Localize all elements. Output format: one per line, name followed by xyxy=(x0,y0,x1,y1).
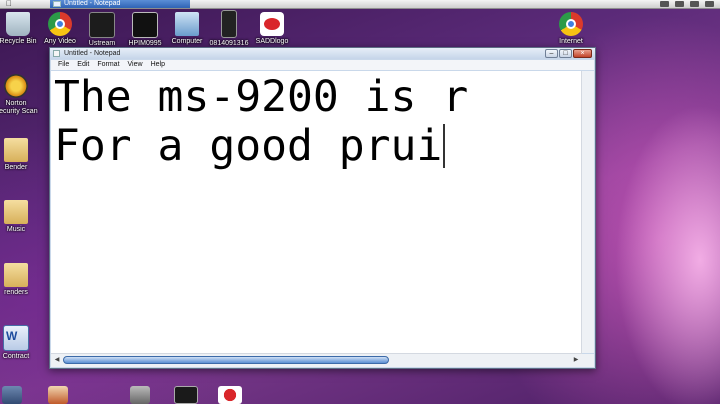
desktop-icon-recycle-bin[interactable]: Recycle Bin xyxy=(0,12,41,46)
video-file-icon xyxy=(221,10,237,38)
menu-view[interactable]: View xyxy=(124,60,147,70)
desktop-icon-hpim0995[interactable]: HPIM0995 xyxy=(122,12,168,48)
menu-help[interactable]: Help xyxy=(147,60,169,70)
folder-icon xyxy=(4,200,28,224)
close-button[interactable]: × xyxy=(573,49,592,58)
any-video-icon xyxy=(48,12,72,36)
dock-app-icon[interactable] xyxy=(218,386,242,404)
resize-grip[interactable] xyxy=(582,354,594,367)
desktop-icon-norton[interactable]: Norton Security Scan xyxy=(0,74,39,116)
tray-icon[interactable] xyxy=(705,1,714,7)
notepad-window: Untitled - Notepad – □ × File Edit Forma… xyxy=(49,47,596,369)
folder-icon xyxy=(4,138,28,162)
menu-file[interactable]: File xyxy=(54,60,73,70)
desktop-icon-0814091316[interactable]: 0814091316 xyxy=(206,10,252,48)
tray-icon[interactable] xyxy=(660,1,669,7)
system-tray xyxy=(660,0,714,8)
desktop-icon-saddlogo[interactable]: SADDlogo xyxy=(249,12,295,46)
dock-app-icon[interactable] xyxy=(130,386,150,404)
apple-icon[interactable]:  xyxy=(6,0,12,8)
text-line: For a good prui xyxy=(54,122,582,171)
desktop-icon-music[interactable]: Music xyxy=(0,200,39,234)
desktop-icon-contract[interactable]: Contract xyxy=(0,325,39,361)
window-title: Untitled - Notepad xyxy=(64,50,121,57)
text-caret xyxy=(443,124,446,168)
taskbar-notepad-label: Untitled - Notepad xyxy=(64,0,121,7)
folder-icon xyxy=(4,263,28,287)
sadd-logo-icon xyxy=(260,12,284,36)
chrome-icon xyxy=(559,12,583,36)
notepad-icon xyxy=(53,1,61,7)
desktop-icon-computer[interactable]: Computer xyxy=(164,12,210,46)
window-titlebar[interactable]: Untitled - Notepad – □ × xyxy=(50,48,595,59)
word-document-icon xyxy=(3,325,29,351)
computer-icon xyxy=(175,12,199,36)
tray-icon[interactable] xyxy=(690,1,699,7)
desktop-icon-any-video[interactable]: Any Video xyxy=(37,12,83,46)
dock-app-icon[interactable] xyxy=(174,386,198,404)
horizontal-scrollbar[interactable]: ◀ ▶ xyxy=(51,353,582,367)
dock xyxy=(0,384,720,404)
window-controls: – □ × xyxy=(545,49,592,58)
desktop-icon-renders[interactable]: renders xyxy=(0,263,39,297)
dock-app-icon[interactable] xyxy=(48,386,68,404)
recycle-bin-icon xyxy=(6,12,30,36)
image-file-icon xyxy=(132,12,158,38)
menu-edit[interactable]: Edit xyxy=(73,60,93,70)
taskbar-notepad-button[interactable]: Untitled - Notepad xyxy=(50,0,190,8)
dock-app-icon[interactable] xyxy=(2,386,22,404)
scroll-right-icon[interactable]: ▶ xyxy=(572,356,580,364)
text-line-content: For a good prui xyxy=(54,121,443,171)
minimize-button[interactable]: – xyxy=(545,49,558,58)
menu-format[interactable]: Format xyxy=(93,60,123,70)
vertical-scrollbar[interactable] xyxy=(581,71,594,353)
notepad-icon xyxy=(53,50,60,57)
ustream-icon xyxy=(89,12,115,38)
menu-bar: File Edit Format View Help xyxy=(51,60,594,70)
desktop-icon-bender[interactable]: Bender xyxy=(0,138,39,172)
text-editor[interactable]: The ms-9200 is r For a good prui xyxy=(51,71,582,353)
horizontal-scroll-thumb[interactable] xyxy=(63,356,389,364)
top-taskbar:  Untitled - Notepad xyxy=(0,0,720,9)
tray-icon[interactable] xyxy=(675,1,684,7)
maximize-button[interactable]: □ xyxy=(559,49,572,58)
scroll-left-icon[interactable]: ◀ xyxy=(53,356,61,364)
desktop-icon-internet[interactable]: Internet xyxy=(548,12,594,46)
norton-icon xyxy=(4,74,28,98)
text-line: The ms-9200 is r xyxy=(54,72,469,122)
desktop-icon-ustream[interactable]: Ustream xyxy=(79,12,125,48)
